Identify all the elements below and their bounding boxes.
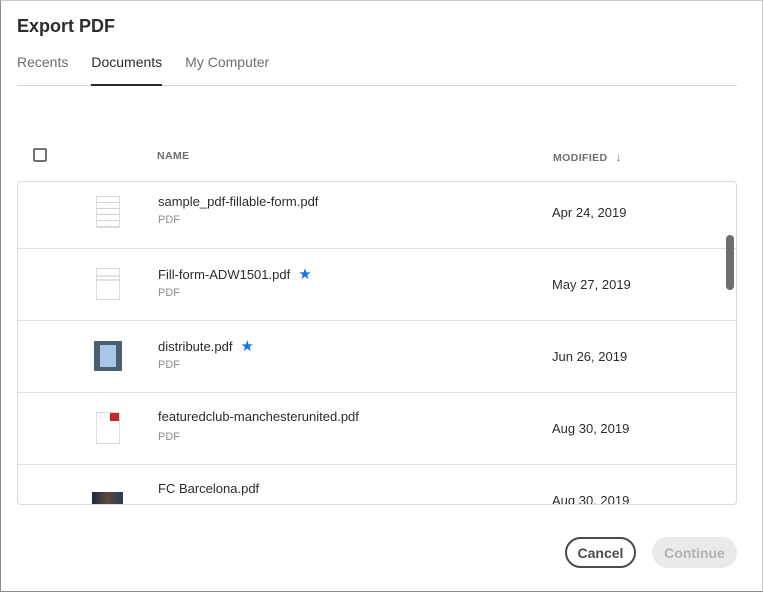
file-list: sample_pdf-fillable-form.pdf PDF Apr 24,… [17,181,737,505]
file-thumbnail [92,492,123,504]
tab-bar: Recents Documents My Computer [17,54,737,86]
file-name-with-star: Fill-form-ADW1501.pdf ★ [158,265,312,283]
file-type: PDF [158,214,180,226]
file-modified: May 27, 2019 [552,277,631,292]
table-row[interactable]: FC Barcelona.pdf PDF Aug 30, 2019 [18,465,736,505]
dialog-title: Export PDF [17,16,116,36]
file-name: Fill-form-ADW1501.pdf [158,267,291,282]
file-type: PDF [158,503,180,504]
file-modified: Jun 26, 2019 [552,349,628,364]
tab-recents[interactable]: Recents [17,54,68,86]
table-row[interactable]: Fill-form-ADW1501.pdf ★ PDF May 27, 2019 [18,249,736,321]
file-thumbnail [96,268,120,300]
star-icon[interactable]: ★ [298,266,311,283]
file-modified: Aug 30, 2019 [552,493,630,505]
tab-documents[interactable]: Documents [91,54,163,86]
file-name: FC Barcelona.pdf [158,481,260,496]
file-modified: Apr 24, 2019 [552,205,627,220]
column-name[interactable]: NAME [157,150,190,162]
file-modified: Aug 30, 2019 [552,421,630,436]
star-icon[interactable]: ★ [240,338,253,355]
file-thumbnail [96,196,120,228]
column-modified-label: MODIFIED [553,152,608,164]
file-thumbnail [94,341,122,371]
table-row[interactable]: distribute.pdf ★ PDF Jun 26, 2019 [18,321,736,393]
file-name: distribute.pdf [158,339,233,354]
tab-my-computer[interactable]: My Computer [185,54,269,86]
column-modified[interactable]: MODIFIED ↓ [553,150,622,164]
file-type: PDF [158,431,180,443]
file-name: sample_pdf-fillable-form.pdf [158,194,319,209]
table-header: NAME MODIFIED ↓ [0,148,763,164]
file-thumbnail [96,412,120,444]
table-row[interactable]: featuredclub-manchesterunited.pdf PDF Au… [18,393,736,465]
scrollbar-thumb[interactable] [726,235,734,290]
file-type: PDF [158,359,180,371]
continue-button[interactable]: Continue [652,537,737,568]
cancel-button[interactable]: Cancel [565,537,636,568]
file-name-with-star: distribute.pdf ★ [158,337,254,355]
file-type: PDF [158,287,180,299]
table-row[interactable]: sample_pdf-fillable-form.pdf PDF Apr 24,… [18,182,736,249]
file-name: featuredclub-manchesterunited.pdf [158,409,359,424]
sort-down-arrow-icon: ↓ [615,150,622,164]
